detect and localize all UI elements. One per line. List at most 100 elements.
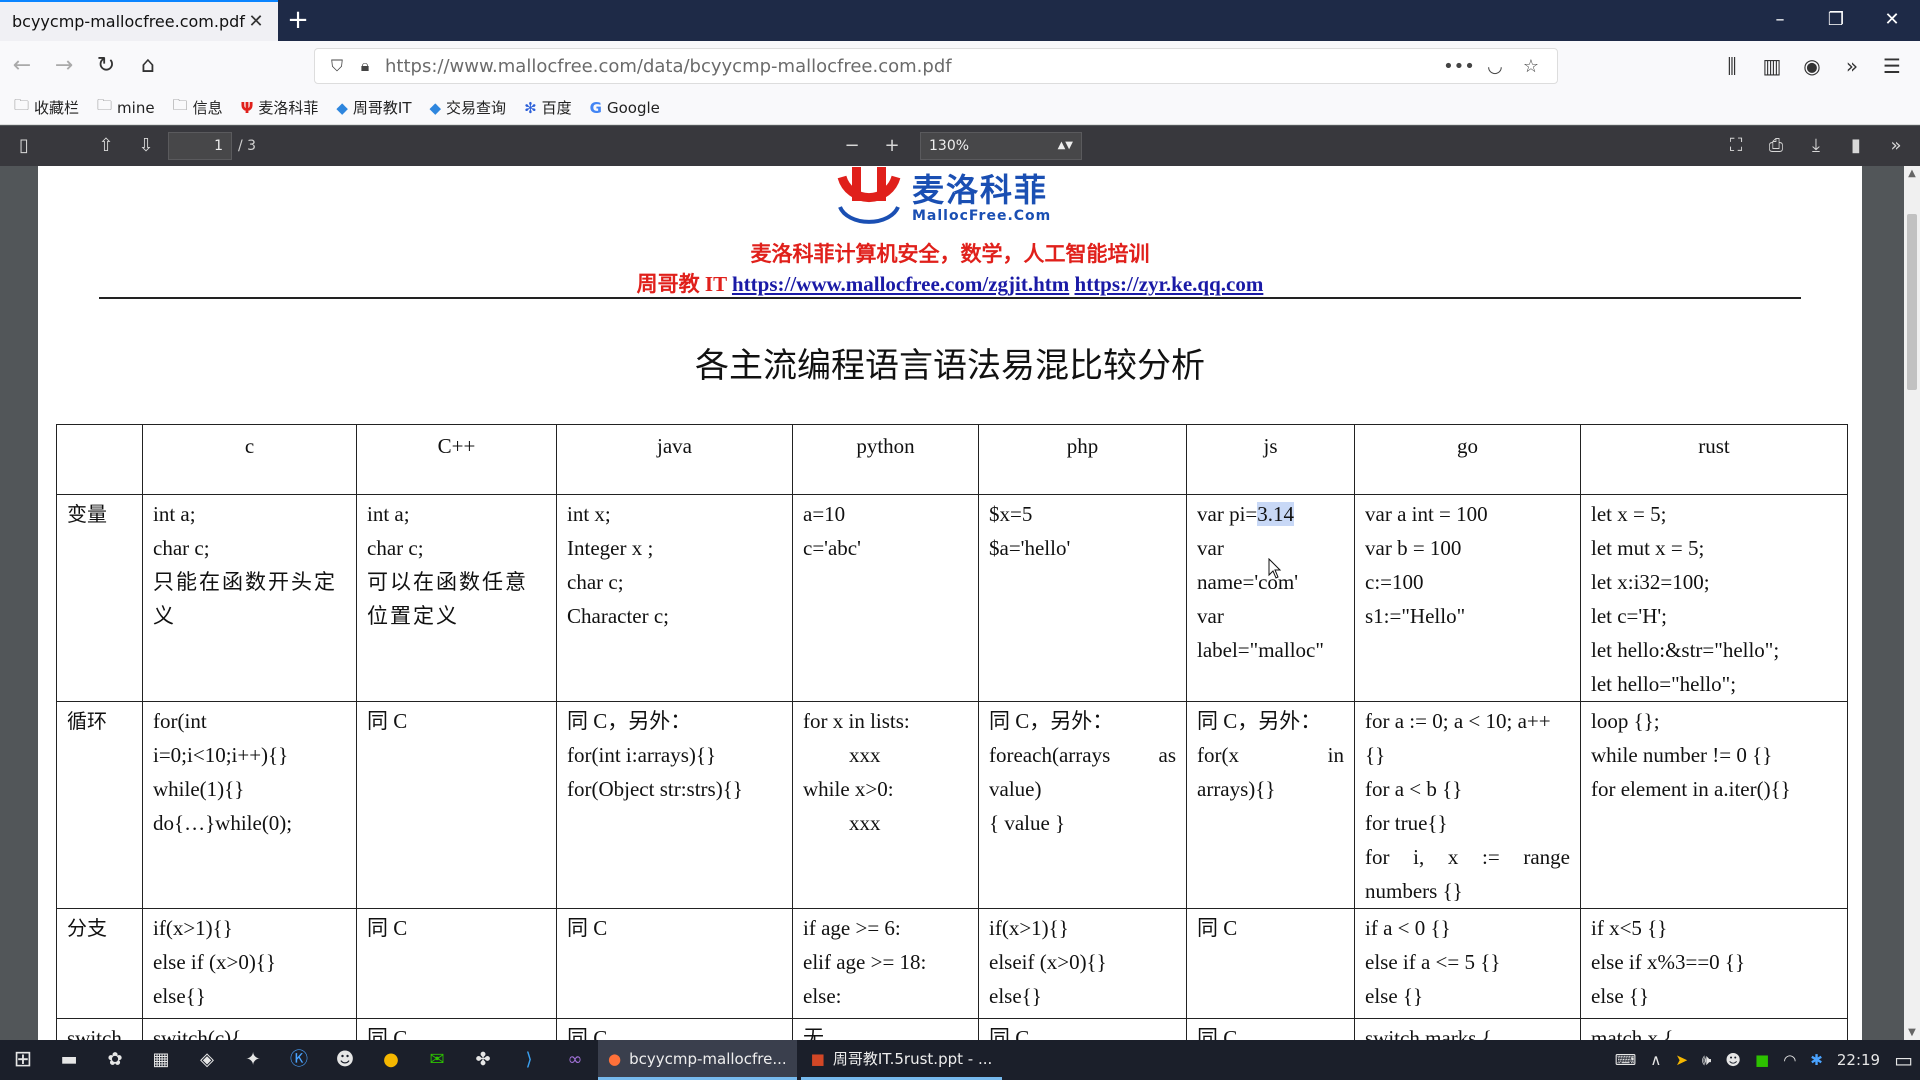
lock-icon[interactable]: 🔒︎ [351, 56, 379, 76]
zoom-select[interactable]: 130% ▲▼ [920, 132, 1082, 160]
wechat-icon[interactable]: ✉ [414, 1040, 460, 1080]
notification-icon[interactable]: ▭ [1887, 1048, 1920, 1072]
wifi-icon[interactable]: ◠ [1776, 1051, 1803, 1069]
taskbar: ⊞ ▬ ✿ ▦ ◈ ✦ Ⓚ ☻ ● ✉ ✤ ⟩ ∞ ● bcyycmp-mall… [0, 1040, 1920, 1080]
bookmark-item[interactable]: 🗀 mine [97, 95, 155, 120]
scroll-thumb[interactable] [1907, 214, 1917, 390]
row-label: 循环 [56, 701, 143, 909]
qq-tray-icon[interactable]: ☻ [1718, 1051, 1748, 1069]
calculator-icon[interactable]: ▦ [138, 1040, 184, 1080]
taskbar-app-firefox[interactable]: ● bcyycmp-mallocfre... [598, 1040, 797, 1080]
window-controls: – ❐ ✕ [1752, 0, 1920, 41]
reload-icon[interactable]: ↻ [86, 46, 126, 86]
shield-icon[interactable]: ⛉ [323, 56, 351, 76]
header-divider [99, 297, 1801, 299]
tools-icon[interactable]: » [1876, 130, 1916, 162]
app-icon[interactable]: ◈ [184, 1040, 230, 1080]
vertical-scrollbar[interactable]: ▲ ▼ [1904, 166, 1920, 1040]
page-number-input[interactable]: 1 [168, 132, 232, 160]
app-icon[interactable]: ✿ [92, 1040, 138, 1080]
close-window-icon[interactable]: ✕ [1864, 0, 1920, 41]
keyboard-icon[interactable]: ⌨ [1608, 1051, 1644, 1069]
table-cell: 同 C [1186, 908, 1355, 1019]
bookmark-item[interactable]: 🗀 收藏栏 [14, 95, 79, 120]
minimize-icon[interactable]: – [1752, 0, 1808, 41]
pocket-icon[interactable]: ◡ [1477, 56, 1513, 77]
tab-title: bcyycmp-mallocfree.com.pdf [12, 12, 245, 31]
menu-icon[interactable]: ☰ [1872, 46, 1912, 86]
qq-icon[interactable]: ☻ [322, 1040, 368, 1080]
cell-text: range [1523, 845, 1570, 869]
tray-app-icon[interactable]: ■ [1748, 1051, 1776, 1069]
back-icon[interactable]: ← [2, 46, 42, 86]
cell-line: else if a <= 5 {} [1365, 950, 1501, 974]
selected-text[interactable]: 3.14 [1257, 502, 1294, 526]
print-icon[interactable]: ⎙ [1756, 130, 1796, 162]
forward-icon[interactable]: → [44, 46, 84, 86]
sidebar-toggle-icon[interactable]: ▯ [4, 130, 44, 162]
table-cell: 同 C [356, 908, 557, 1019]
cell-line: else if (x>0){} [153, 950, 276, 974]
windows-start-icon[interactable]: ⊞ [0, 1040, 46, 1080]
tray-app-icon[interactable]: ➤ [1668, 1051, 1695, 1069]
cell-text: x [1447, 845, 1459, 869]
vscode-icon[interactable]: ⟩ [506, 1040, 552, 1080]
table-cell: if a < 0 {} else if a <= 5 {} else {} [1354, 908, 1581, 1019]
chevron-up-icon[interactable]: ∧ [1643, 1051, 1668, 1069]
bookmark-item[interactable]: G Google [590, 99, 660, 117]
library-icon[interactable]: ⫼ [1712, 46, 1752, 86]
cell-line: else {} [1591, 984, 1650, 1008]
pdf-viewer[interactable]: 麦洛科菲 MallocFree.Com 麦洛科菲计算机安全，数学，人工智能培训 … [0, 166, 1904, 1040]
account-icon[interactable]: ◉ [1792, 46, 1832, 86]
new-tab-button[interactable]: + [278, 0, 318, 41]
header-cell: php [978, 424, 1187, 495]
terminal-icon[interactable]: ▬ [46, 1040, 92, 1080]
scroll-up-icon[interactable]: ▲ [1904, 168, 1920, 179]
link-ke-qq[interactable]: https://zyr.ke.qq.com [1075, 272, 1264, 296]
bookmark-icon[interactable]: ▮ [1836, 130, 1876, 162]
taskbar-app-ppt[interactable]: ■ 周哥教IT.5rust.ppt - ... [800, 1040, 1003, 1080]
close-tab-icon[interactable]: ✕ [246, 11, 266, 32]
volume-icon[interactable]: 🕪︎ [1695, 1051, 1718, 1069]
next-page-icon[interactable]: ⇩ [126, 130, 166, 162]
cell-line: else if x%3==0 {} [1591, 950, 1746, 974]
visual-studio-icon[interactable]: ∞ [552, 1040, 598, 1080]
table-cell: loop {}; while number != 0 {} for elemen… [1580, 701, 1848, 909]
bookmark-item[interactable]: ◆ 交易查询 [430, 97, 507, 118]
bluetooth-icon[interactable]: ✱ [1803, 1051, 1830, 1069]
zoom-in-icon[interactable]: + [872, 130, 912, 162]
row-label: 变量 [56, 494, 143, 702]
sidebar-icon[interactable]: ▥ [1752, 46, 1792, 86]
clock[interactable]: 22:19 [1830, 1051, 1887, 1069]
baidu-icon: ✻ [524, 98, 537, 117]
home-icon[interactable]: ⌂ [128, 46, 168, 86]
scroll-down-icon[interactable]: ▼ [1904, 1027, 1920, 1038]
cell-line: a=10 [803, 502, 846, 526]
app-icon[interactable]: ✦ [230, 1040, 276, 1080]
app-icon[interactable]: Ⓚ [276, 1040, 322, 1080]
link-zgjit[interactable]: https://www.mallocfree.com/zgjit.htm [732, 272, 1069, 296]
restore-icon[interactable]: ❐ [1808, 0, 1864, 41]
presentation-mode-icon[interactable]: ⛶ [1716, 130, 1756, 162]
cell-line: match x { [1591, 1026, 1674, 1040]
previous-page-icon[interactable]: ⇧ [86, 130, 126, 162]
zoom-out-icon[interactable]: − [832, 130, 872, 162]
bookmark-star-icon[interactable]: ☆ [1513, 56, 1549, 77]
bookmark-item[interactable]: 🗀 信息 [173, 95, 223, 120]
cell-line: for i, x:= range [1365, 840, 1570, 874]
cell-line: arrays){} [1197, 777, 1276, 801]
download-icon[interactable]: ⤓ [1796, 130, 1836, 162]
table-cell: int a; char c; 可以在函数任意 位置定义 [356, 494, 557, 702]
app-icon[interactable]: ● [368, 1040, 414, 1080]
url-text[interactable]: https://www.mallocfree.com/data/bcyycmp-… [385, 56, 1441, 77]
bookmark-item[interactable]: ✻ 百度 [524, 97, 572, 118]
overflow-icon[interactable]: » [1832, 46, 1872, 86]
app-icon[interactable]: ✤ [460, 1040, 506, 1080]
table-cell[interactable]: var pi=3.14 var name='com' var label="ma… [1186, 494, 1355, 702]
page-actions-icon[interactable]: ••• [1441, 56, 1477, 77]
bookmark-item[interactable]: Ψ 麦洛科菲 [241, 97, 319, 118]
header-prefix: 周哥教 IT [636, 272, 727, 296]
url-bar[interactable]: ⛉ 🔒︎ https://www.mallocfree.com/data/bcy… [314, 48, 1558, 84]
bookmark-item[interactable]: ◆ 周哥教IT [336, 97, 411, 118]
browser-tab[interactable]: bcyycmp-mallocfree.com.pdf ✕ [0, 0, 278, 41]
